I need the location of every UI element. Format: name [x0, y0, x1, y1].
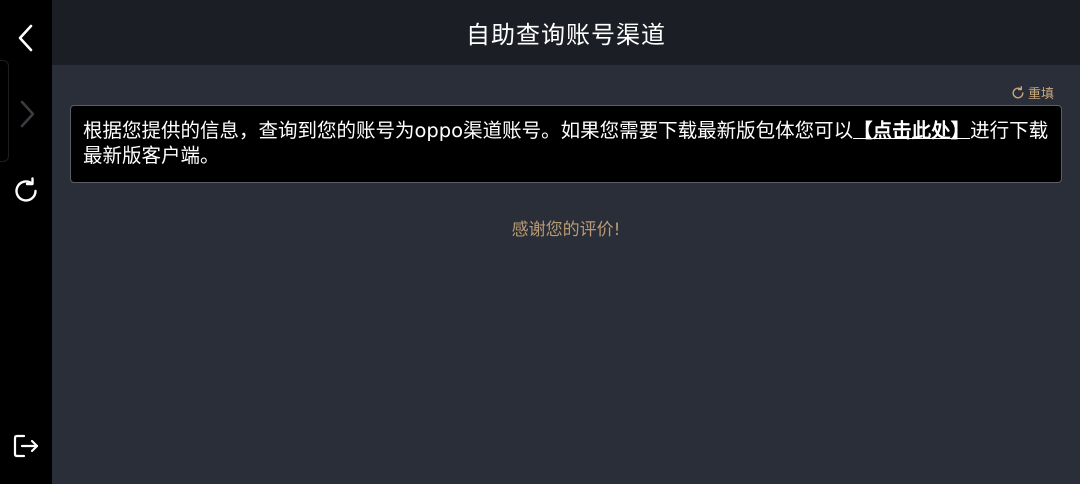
back-button[interactable] [0, 12, 52, 64]
reset-label: 重填 [1027, 87, 1054, 102]
refresh-small-icon [1012, 85, 1024, 98]
forward-button[interactable] [0, 88, 52, 140]
result-message: 根据您提供的信息，查询到您的账号为oppo渠道账号。如果您需要下载最新版包体您可… [70, 105, 1062, 183]
exit-button[interactable] [0, 420, 52, 472]
download-link[interactable]: 【点击此处】 [853, 119, 970, 142]
chevron-left-icon [18, 24, 33, 52]
sidebar [0, 0, 52, 484]
main-content: 重填 根据您提供的信息，查询到您的账号为oppo渠道账号。如果您需要下载最新版包… [52, 65, 1080, 484]
refresh-button[interactable] [0, 165, 52, 217]
thanks-message: 感谢您的评价! [511, 220, 621, 240]
logout-icon [13, 434, 39, 458]
page-title: 自助查询账号渠道 [466, 21, 666, 49]
result-text: 根据您提供的信息，查询到您的账号为oppo渠道账号。如果您需要下载最新版包体您可… [83, 119, 854, 142]
chevron-right-icon [20, 100, 35, 128]
top-bar: 自助查询账号渠道 [52, 0, 1080, 65]
reset-button[interactable]: 重填 [1011, 83, 1054, 102]
refresh-icon [15, 177, 37, 202]
